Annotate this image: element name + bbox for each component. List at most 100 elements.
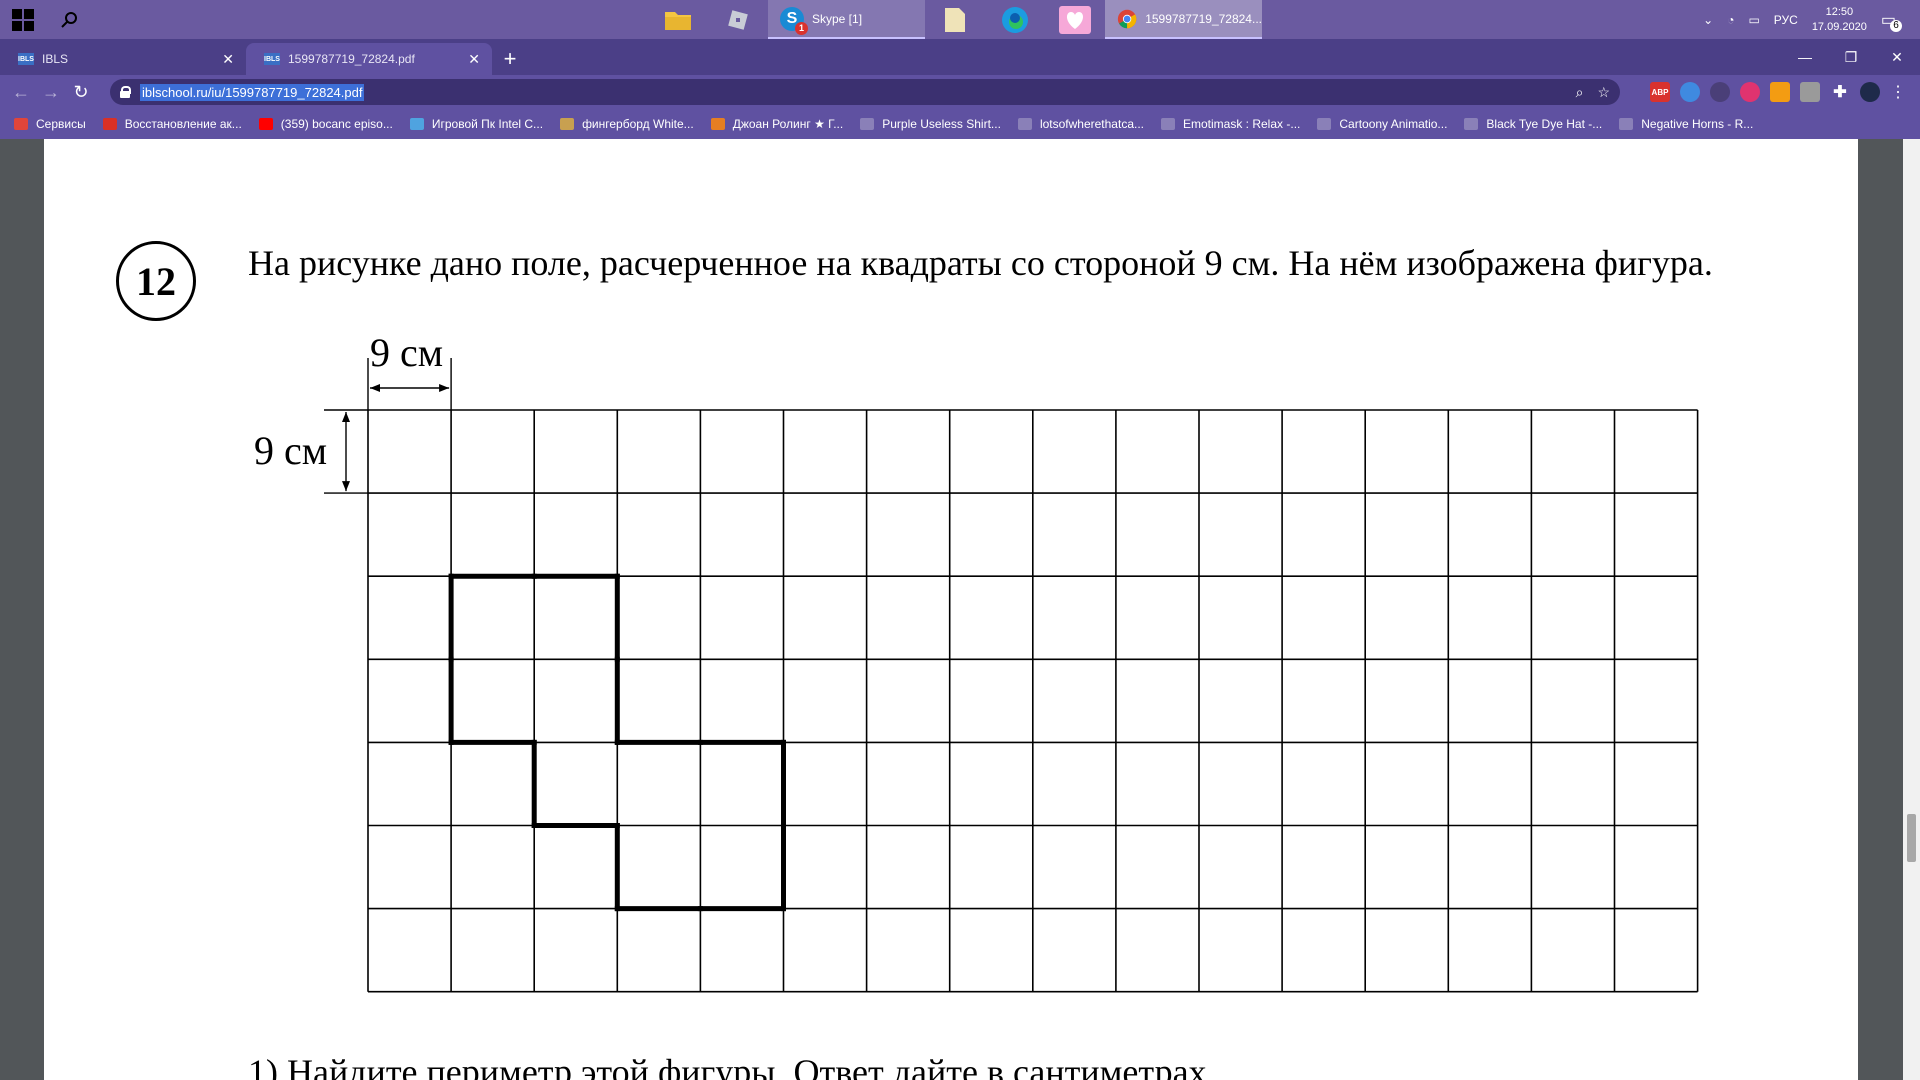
bookmark-item[interactable]: Cartoony Animatio... — [1317, 117, 1447, 131]
puzzle-icon[interactable]: ✚ — [1830, 82, 1850, 102]
heart-icon — [1059, 5, 1091, 34]
bookmark-item[interactable]: Negative Horns - R... — [1619, 117, 1753, 131]
close-tab-icon[interactable]: ✕ — [222, 51, 234, 68]
tab-pdf[interactable]: IBLS 1599787719_72824.pdf ✕ — [246, 43, 492, 75]
lock-icon[interactable] — [120, 86, 131, 98]
search-button[interactable] — [45, 0, 95, 39]
edge-icon — [1002, 6, 1028, 33]
extension-orange-icon[interactable] — [1770, 82, 1790, 102]
bookmark-item[interactable]: (359) bocanc episo... — [258, 117, 393, 131]
tab-title: 1599787719_72824.pdf — [288, 52, 415, 66]
bookmark-item[interactable]: Игровой Пк Intel C... — [409, 117, 544, 131]
forward-icon[interactable]: → — [36, 77, 66, 107]
bookmark-favicon-icon — [409, 118, 424, 130]
bookmark-label: Negative Horns - R... — [1641, 117, 1754, 131]
bookmark-star-icon[interactable]: ☆ — [1597, 84, 1610, 101]
bookmark-label: Emotimask : Relax -... — [1183, 117, 1301, 131]
clock[interactable]: 12:50 17.09.2020 — [1812, 5, 1867, 35]
extensions-bar: ABP ✚ ⋮ — [1650, 75, 1906, 109]
roblox-button[interactable] — [708, 0, 768, 39]
bookmark-label: Cartoony Animatio... — [1339, 117, 1448, 131]
arrowhead-down-icon — [342, 481, 350, 492]
windows-taskbar: S1 Skype [1] 1599787719_72824... ⌄ ◔ ▭ Р… — [0, 0, 1920, 39]
adblock-icon[interactable]: ABP — [1650, 82, 1670, 102]
url-text[interactable]: iblschool.ru/iu/1599787719_72824.pdf — [140, 83, 365, 101]
extension-gray-icon[interactable] — [1800, 82, 1820, 102]
profile-avatar[interactable] — [1860, 82, 1880, 102]
close-window-icon[interactable]: ✕ — [1874, 39, 1920, 75]
scrollbar-thumb[interactable] — [1907, 814, 1916, 862]
arrowhead-right-icon — [439, 384, 450, 392]
start-button[interactable] — [0, 0, 45, 39]
roblox-icon — [728, 9, 748, 30]
window-controls: — ❐ ✕ — [1782, 39, 1920, 75]
clock-date: 17.09.2020 — [1811, 20, 1867, 33]
notification-count: 6 — [1890, 19, 1902, 32]
bookmark-item[interactable]: Сервисы — [14, 117, 86, 131]
extension-dark-icon[interactable] — [1710, 82, 1730, 102]
bookmark-label: lotsofwherethatca... — [1039, 117, 1144, 131]
reload-icon[interactable]: ↻ — [66, 77, 96, 107]
arrowhead-left-icon — [370, 384, 380, 392]
file-explorer-button[interactable] — [648, 0, 708, 39]
bookmark-favicon-icon — [258, 118, 273, 130]
bookmark-item[interactable]: Black Tye Dye Hat -... — [1464, 117, 1602, 131]
minimize-icon[interactable]: — — [1782, 39, 1828, 75]
new-tab-button[interactable]: + — [492, 43, 528, 75]
arrowhead-up-icon — [342, 412, 350, 422]
bookmark-item[interactable]: фингерборд White... — [560, 117, 694, 131]
tab-strip: IBLS IBLS ✕ IBLS 1599787719_72824.pdf ✕ … — [0, 39, 1920, 75]
bookmark-favicon-icon — [1161, 118, 1175, 130]
bookmark-favicon-icon — [14, 118, 28, 130]
heart-app-button[interactable] — [1045, 0, 1105, 39]
chrome-taskbar-button[interactable]: 1599787719_72824... — [1105, 0, 1262, 39]
bookmarks-bar: Сервисы Восстановление ак... (359) bocanc … — [0, 109, 1920, 139]
search-icon — [61, 11, 77, 28]
sub-question: 1) Найдите периметр этой фигуры. Ответ д… — [248, 1052, 1216, 1080]
battery-icon[interactable]: ▭ — [1748, 13, 1759, 27]
clock-time: 12:50 — [1825, 5, 1854, 18]
bookmark-item[interactable]: Джоан Ролинг ★ Г... — [710, 117, 844, 131]
bookmark-item[interactable]: lotsofwherethatca... — [1017, 117, 1144, 131]
zoom-icon[interactable]: ⌕ — [1576, 84, 1584, 101]
skype-label: Skype [1] — [812, 11, 863, 26]
bookmark-favicon-icon — [560, 118, 575, 130]
chrome-label: 1599787719_72824... — [1145, 11, 1262, 26]
scrollbar[interactable] — [1903, 139, 1920, 1080]
notepad-button[interactable] — [925, 0, 985, 39]
bookmark-label: Сервисы — [36, 117, 86, 131]
back-icon[interactable]: ← — [6, 77, 36, 107]
tab-ibls[interactable]: IBLS IBLS ✕ — [0, 43, 246, 75]
close-tab-icon[interactable]: ✕ — [468, 51, 480, 68]
bookmark-label: Игровой Пк Intel C... — [431, 117, 544, 131]
browser-toolbar: ← → ↻ iblschool.ru/iu/1599787719_72824.p… — [0, 75, 1920, 109]
skype-taskbar-button[interactable]: S1 Skype [1] — [768, 0, 925, 39]
bookmark-favicon-icon — [1017, 118, 1032, 130]
microphone-icon[interactable] — [1740, 82, 1760, 102]
notification-icon[interactable]: ▭ 6 — [1881, 10, 1902, 32]
bookmark-favicon-icon — [102, 118, 117, 130]
tab-title: IBLS — [42, 52, 69, 66]
wifi-icon[interactable]: ◔ — [1727, 13, 1734, 27]
bookmark-item[interactable]: Purple Useless Shirt... — [860, 117, 1001, 131]
bookmark-label: (359) bocanc episo... — [280, 117, 393, 131]
address-bar[interactable]: iblschool.ru/iu/1599787719_72824.pdf ⌕ ☆ — [110, 79, 1620, 105]
bookmark-favicon-icon — [710, 118, 725, 130]
menu-icon[interactable]: ⋮ — [1890, 82, 1906, 102]
bookmark-label: Purple Useless Shirt... — [882, 117, 1001, 131]
note-icon — [945, 7, 965, 32]
language-indicator[interactable]: РУС — [1774, 13, 1798, 27]
extension-blue-icon[interactable] — [1680, 82, 1700, 102]
system-tray: ⌄ ◔ ▭ РУС 12:50 17.09.2020 ▭ 6 — [1703, 0, 1920, 39]
grid-figure — [324, 358, 1699, 993]
bookmark-favicon-icon — [860, 118, 875, 130]
bookmark-item[interactable]: Восстановление ак... — [102, 117, 242, 131]
chevron-up-icon[interactable]: ⌄ — [1703, 13, 1713, 27]
bookmark-label: Джоан Ролинг ★ Г... — [732, 117, 844, 131]
edge-button[interactable] — [985, 0, 1045, 39]
bookmark-favicon-icon — [1464, 118, 1479, 130]
pdf-viewer: 12 На рисунке дано поле, расчерченное на… — [0, 139, 1920, 1080]
bookmark-label: фингерборд White... — [582, 117, 694, 131]
restore-icon[interactable]: ❐ — [1828, 39, 1874, 75]
bookmark-item[interactable]: Emotimask : Relax -... — [1161, 117, 1300, 131]
